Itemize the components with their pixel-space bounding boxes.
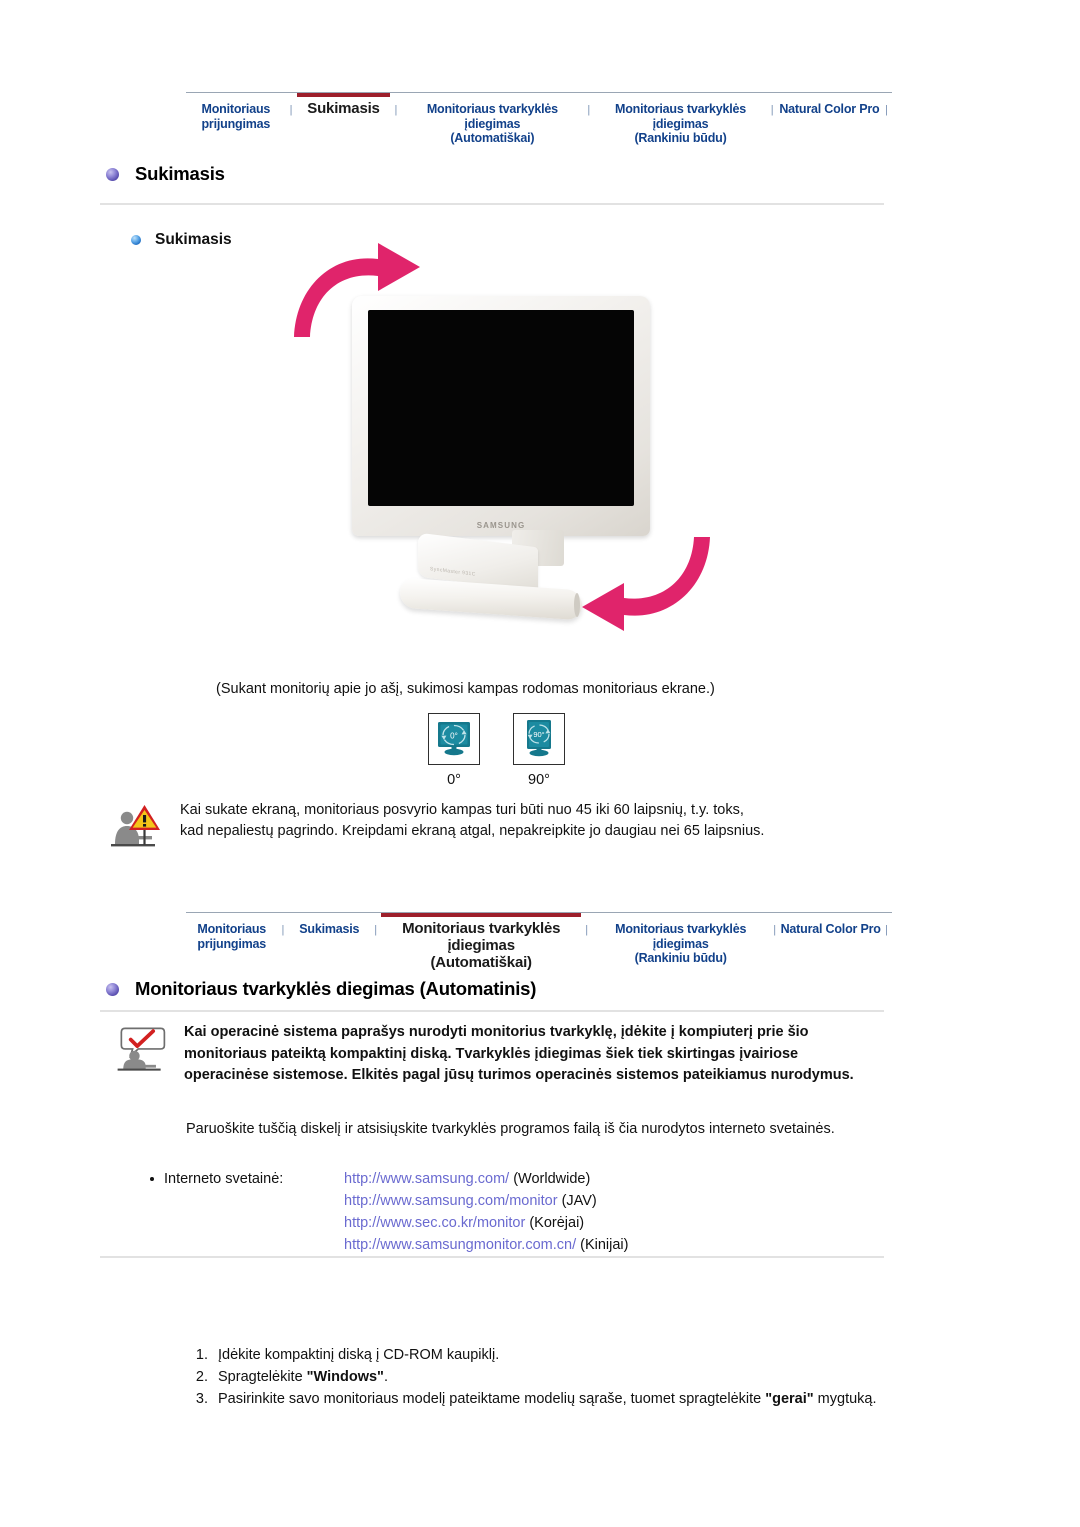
monitor-screen	[368, 310, 634, 506]
website-list: Interneto svetainė: http://www.samsung.c…	[150, 1168, 628, 1256]
list-item[interactable]: http://www.samsung.com/monitor (JAV)	[344, 1190, 628, 1212]
svg-text:0°: 0°	[450, 732, 458, 741]
list-item[interactable]: http://www.samsung.com/ (Worldwide)	[344, 1168, 628, 1190]
install-steps: 1. Įdėkite kompaktinį diską į CD-ROM kau…	[180, 1344, 880, 1410]
section-bullet-icon	[106, 982, 119, 996]
note-icon	[117, 1027, 166, 1071]
rotation-caption: (Sukant monitorių apie jo ašį, sukimosi …	[216, 681, 715, 697]
monitor-landscape-icon: 0°	[438, 722, 470, 756]
nav-mid-item-natural-color-pro[interactable]: Natural Color Pro	[780, 913, 881, 937]
list-item[interactable]: http://www.samsungmonitor.com.cn/ (Kinij…	[344, 1234, 628, 1256]
subsection-title: Sukimasis	[155, 231, 232, 248]
step-number: 2.	[195, 1369, 208, 1385]
nav-separator: |	[885, 924, 888, 936]
breadcrumb-nav-mid[interactable]: Monitoriaus prijungimas | Sukimasis | Mo…	[186, 912, 892, 971]
rotation-angle-icons: 0° 0° 90° 90°	[428, 713, 565, 788]
nav-separator: |	[770, 104, 774, 116]
monitor-base	[400, 577, 582, 621]
step-text: Spragtelėkite "Windows".	[218, 1366, 880, 1388]
step-text-pre: Pasirinkite savo monitoriaus modelį pate…	[218, 1391, 766, 1407]
breadcrumb-nav-top[interactable]: Monitoriaus prijungimas | Sukimasis | Mo…	[186, 92, 892, 145]
nav-top-item-tvarkykles-rankiniu[interactable]: Monitoriaus tvarkyklės įdiegimas (Rankin…	[594, 93, 767, 146]
rotation-icon-frame: 0°	[428, 713, 480, 765]
website-url-lines: http://www.samsung.com/ (Worldwide) http…	[344, 1168, 628, 1256]
step-text-post: mygtuką.	[813, 1391, 877, 1407]
nav-separator: |	[885, 104, 888, 116]
link-region-worldwide: (Worldwide)	[509, 1171, 591, 1187]
warning-icon	[111, 805, 160, 847]
rotate-arrow-down-left-icon	[582, 537, 710, 631]
list-item: 2. Spragtelėkite "Windows".	[180, 1366, 880, 1388]
section-title-driver-install: Monitoriaus tvarkyklės diegimas (Automat…	[106, 978, 536, 1000]
monitor-model-label: SyncMaster 931C	[430, 566, 476, 578]
intro-paragraph: Paruoškite tuščią diskelį ir atsisiųskit…	[186, 1121, 835, 1137]
link-region-jav: (JAV)	[557, 1193, 597, 1209]
rotation-icon-90deg: 90° 90°	[513, 713, 565, 788]
warning-notice: Kai sukate ekraną, monitoriaus posvyrio …	[108, 800, 888, 850]
rotation-icon-0deg: 0° 0°	[428, 713, 480, 788]
link-samsung-jav[interactable]: http://www.samsung.com/monitor	[344, 1193, 558, 1209]
list-item[interactable]: http://www.sec.co.kr/monitor (Korėjai)	[344, 1212, 628, 1234]
nav-separator: |	[374, 924, 378, 936]
rotation-label-0deg: 0°	[447, 772, 461, 788]
website-label: Interneto svetainė:	[164, 1171, 284, 1187]
nav-top-item-monitoriaus-prijungimas[interactable]: Monitoriaus prijungimas	[186, 93, 286, 131]
subsection-bullet-icon	[131, 235, 141, 245]
divider	[100, 203, 884, 205]
step-text: Pasirinkite savo monitoriaus modelį pate…	[218, 1388, 880, 1410]
link-region-china: (Kinijai)	[576, 1237, 629, 1253]
svg-text:90°: 90°	[533, 730, 544, 739]
section-title-sukimasis: Sukimasis	[106, 163, 225, 185]
step-number: 1.	[195, 1347, 208, 1363]
list-item: 1. Įdėkite kompaktinį diską į CD-ROM kau…	[180, 1344, 880, 1366]
nav-mid-item-tvarkykles-automatiskai[interactable]: Monitoriaus tvarkyklės įdiegimas (Automa…	[381, 913, 582, 971]
nav-mid-item-tvarkykles-rankiniu[interactable]: Monitoriaus tvarkyklės įdiegimas (Rankin…	[592, 913, 769, 966]
note-block: Kai operacinė sistema paprašys nurodyti …	[112, 1022, 882, 1087]
link-samsung-worldwide[interactable]: http://www.samsung.com/	[344, 1171, 509, 1187]
document-page: Monitoriaus prijungimas | Sukimasis | Mo…	[0, 0, 1080, 1527]
divider	[100, 1256, 884, 1258]
nav-separator: |	[394, 104, 398, 116]
monitor-portrait-icon: 90°	[527, 720, 551, 757]
step-text: Įdėkite kompaktinį diską į CD-ROM kaupik…	[218, 1344, 880, 1366]
step-text-post: .	[383, 1369, 388, 1385]
nav-separator: |	[585, 924, 589, 936]
subsection-sukimasis: Sukimasis	[131, 231, 232, 249]
step-text-pre: Įdėkite kompaktinį diską į CD-ROM kaupik…	[218, 1347, 500, 1363]
nav-separator: |	[587, 104, 591, 116]
monitor-bezel: SAMSUNG	[352, 296, 650, 536]
divider	[100, 1010, 884, 1012]
step-number: 3.	[195, 1391, 208, 1407]
warning-text: Kai sukate ekraną, monitoriaus posvyrio …	[180, 800, 764, 842]
warning-line-2: kad nepaliestų pagrindo. Kreipdami ekran…	[180, 823, 765, 839]
step-text-bold: "gerai"	[765, 1391, 814, 1407]
nav-mid-item-sukimasis[interactable]: Sukimasis	[288, 913, 370, 937]
step-text-pre: Spragtelėkite	[218, 1369, 307, 1385]
nav-top-item-tvarkykles-automatiskai[interactable]: Monitoriaus tvarkyklės įdiegimas (Automa…	[401, 93, 583, 146]
rotation-label-90deg: 90°	[528, 772, 550, 788]
section-bullet-icon	[106, 167, 119, 181]
list-bullet-icon	[150, 1177, 154, 1181]
link-region-korea: (Korėjai)	[525, 1215, 585, 1231]
nav-top-item-sukimasis[interactable]: Sukimasis	[296, 93, 391, 117]
section2-title: Monitoriaus tvarkyklės diegimas (Automat…	[135, 978, 537, 999]
nav-separator: |	[281, 924, 285, 936]
nav-top-item-natural-color-pro[interactable]: Natural Color Pro	[778, 93, 882, 117]
nav-mid-item-monitoriaus-prijungimas[interactable]: Monitoriaus prijungimas	[186, 913, 277, 951]
link-samsung-china[interactable]: http://www.samsungmonitor.com.cn/	[344, 1237, 576, 1253]
nav-separator: |	[289, 104, 293, 116]
list-item: 3. Pasirinkite savo monitoriaus modelį p…	[180, 1388, 880, 1410]
monitor-rotation-illustration: SAMSUNG SyncMaster 931C	[290, 240, 710, 660]
step-text-bold: "Windows"	[306, 1369, 384, 1385]
nav-separator: |	[773, 924, 777, 936]
link-sec-korea[interactable]: http://www.sec.co.kr/monitor	[344, 1215, 525, 1231]
note-text: Kai operacinė sistema paprašys nurodyti …	[184, 1024, 854, 1083]
page-title: Sukimasis	[135, 163, 225, 184]
warning-line-1: Kai sukate ekraną, monitoriaus posvyrio …	[180, 802, 744, 818]
rotation-icon-frame: 90°	[513, 713, 565, 765]
